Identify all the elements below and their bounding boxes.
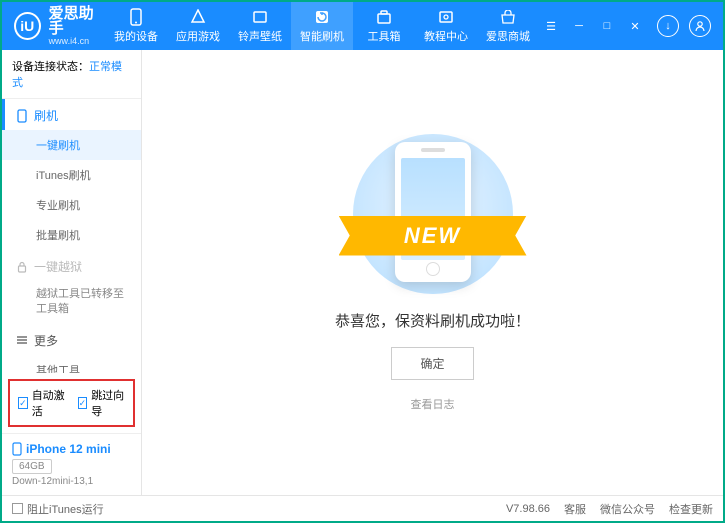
version-label: V7.98.66 bbox=[506, 503, 550, 515]
logo: iU 爱思助手 www.i4.cn bbox=[14, 6, 105, 46]
view-log-link[interactable]: 查看日志 bbox=[411, 396, 455, 412]
confirm-button[interactable]: 确定 bbox=[391, 347, 473, 380]
check-update-link[interactable]: 检查更新 bbox=[669, 501, 713, 517]
user-icon[interactable] bbox=[689, 15, 711, 37]
more-icon bbox=[16, 335, 28, 345]
app-window: iU 爱思助手 www.i4.cn 我的设备 应用游戏 铃声壁纸 智能刷机 bbox=[0, 0, 725, 523]
maximize-button[interactable]: □ bbox=[595, 14, 619, 38]
nav-store[interactable]: 爱思商城 bbox=[477, 2, 539, 50]
nav-apps[interactable]: 应用游戏 bbox=[167, 2, 229, 50]
device-model: Down-12mini-13,1 bbox=[12, 476, 131, 487]
store-icon bbox=[499, 8, 517, 26]
checkmark-icon: ✓ bbox=[78, 397, 88, 409]
sidebar: 设备连接状态：正常模式 刷机 一键刷机 iTunes刷机 专业刷机 批量刷机 一… bbox=[2, 50, 142, 495]
titlebar: iU 爱思助手 www.i4.cn 我的设备 应用游戏 铃声壁纸 智能刷机 bbox=[2, 2, 723, 50]
sidebar-item-pro[interactable]: 专业刷机 bbox=[2, 190, 141, 220]
checkbox-skip-guide[interactable]: ✓ 跳过向导 bbox=[78, 387, 126, 419]
app-url: www.i4.cn bbox=[49, 36, 105, 46]
section-jailbreak[interactable]: 一键越狱 bbox=[2, 250, 141, 281]
nav-tutorial[interactable]: 教程中心 bbox=[415, 2, 477, 50]
download-icon[interactable]: ↓ bbox=[657, 15, 679, 37]
main-content: NEW 恭喜您，保资料刷机成功啦！ 确定 查看日志 bbox=[142, 50, 723, 495]
logo-icon: iU bbox=[14, 12, 41, 40]
checkmark-icon: ✓ bbox=[18, 397, 28, 409]
apps-icon bbox=[189, 8, 207, 26]
checkbox-auto-activate[interactable]: ✓ 自动激活 bbox=[18, 387, 66, 419]
lock-icon bbox=[16, 261, 28, 273]
section-more[interactable]: 更多 bbox=[2, 324, 141, 355]
success-message: 恭喜您，保资料刷机成功啦！ bbox=[335, 310, 530, 331]
options-highlighted: ✓ 自动激活 ✓ 跳过向导 bbox=[8, 379, 135, 427]
nav-my-device[interactable]: 我的设备 bbox=[105, 2, 167, 50]
nav-flash[interactable]: 智能刷机 bbox=[291, 2, 353, 50]
customer-service-link[interactable]: 客服 bbox=[564, 501, 586, 517]
close-button[interactable]: ✕ bbox=[623, 14, 647, 38]
minimize-button[interactable]: ─ bbox=[567, 14, 591, 38]
device-storage: 64GB bbox=[12, 459, 52, 474]
jailbreak-note: 越狱工具已转移至 工具箱 bbox=[2, 281, 141, 324]
ringtone-icon bbox=[251, 8, 269, 26]
top-nav: 我的设备 应用游戏 铃声壁纸 智能刷机 工具箱 教程中心 bbox=[105, 2, 539, 50]
flash-section-icon bbox=[16, 109, 28, 123]
checkbox-block-itunes[interactable]: 阻止iTunes运行 bbox=[12, 501, 104, 517]
nav-toolbox[interactable]: 工具箱 bbox=[353, 2, 415, 50]
window-controls: ☰ ─ □ ✕ ↓ bbox=[539, 14, 711, 38]
device-icon bbox=[127, 8, 145, 26]
sidebar-item-batch[interactable]: 批量刷机 bbox=[2, 220, 141, 250]
success-illustration: NEW bbox=[353, 134, 513, 294]
app-name: 爱思助手 bbox=[49, 6, 105, 36]
phone-icon bbox=[12, 442, 22, 456]
phone-illustration-icon bbox=[395, 142, 471, 282]
body: 设备连接状态：正常模式 刷机 一键刷机 iTunes刷机 专业刷机 批量刷机 一… bbox=[2, 50, 723, 495]
menu-icon[interactable]: ☰ bbox=[539, 14, 563, 38]
flash-icon bbox=[313, 8, 331, 26]
toolbox-icon bbox=[375, 8, 393, 26]
connection-status: 设备连接状态：正常模式 bbox=[2, 50, 141, 99]
wechat-link[interactable]: 微信公众号 bbox=[600, 501, 655, 517]
device-info[interactable]: iPhone 12 mini 64GB Down-12mini-13,1 bbox=[2, 433, 141, 495]
tutorial-icon bbox=[437, 8, 455, 26]
new-ribbon: NEW bbox=[339, 216, 527, 256]
sidebar-item-itunes[interactable]: iTunes刷机 bbox=[2, 160, 141, 190]
sidebar-item-other[interactable]: 其他工具 bbox=[2, 355, 141, 373]
section-flash[interactable]: 刷机 bbox=[2, 99, 141, 130]
checkbox-empty-icon bbox=[12, 503, 23, 514]
statusbar: 阻止iTunes运行 V7.98.66 客服 微信公众号 检查更新 bbox=[2, 495, 723, 521]
device-name: iPhone 12 mini bbox=[12, 442, 131, 456]
sidebar-item-oneclick[interactable]: 一键刷机 bbox=[2, 130, 141, 160]
nav-ringtone[interactable]: 铃声壁纸 bbox=[229, 2, 291, 50]
